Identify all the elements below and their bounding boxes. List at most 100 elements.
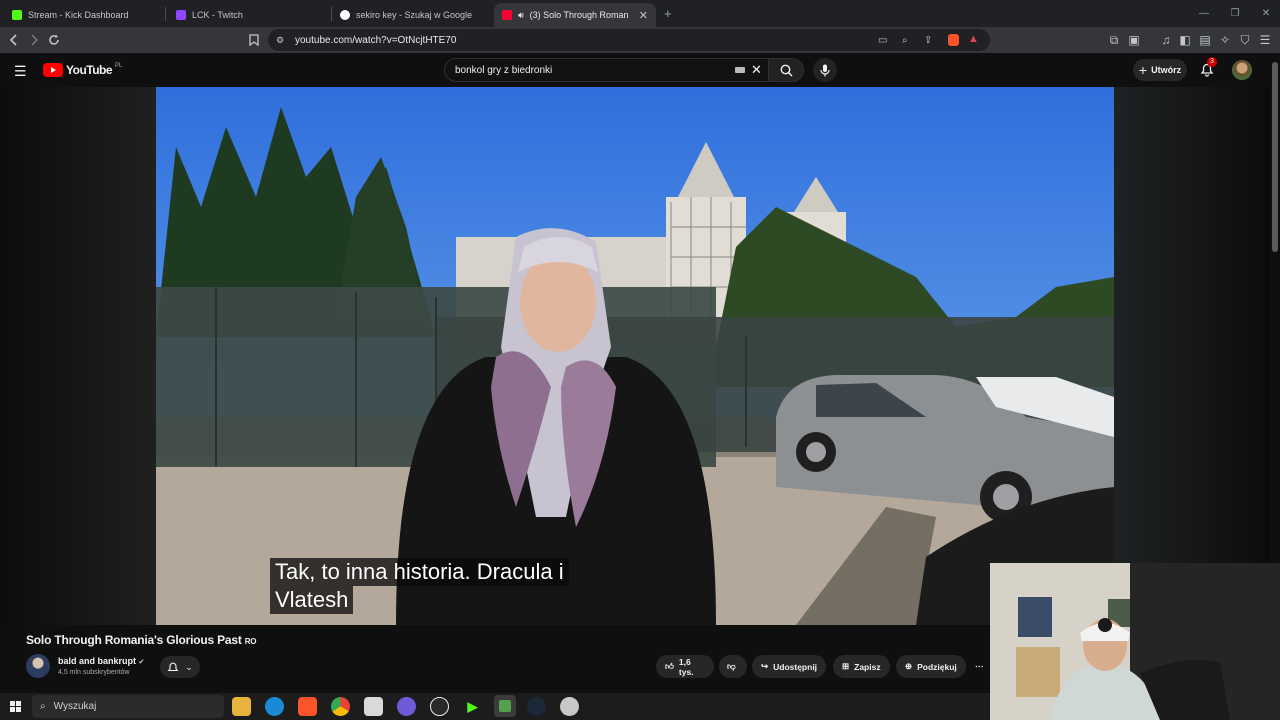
minimize-icon[interactable]: — bbox=[1187, 0, 1221, 27]
thanks-label: Podziękuj bbox=[917, 661, 957, 672]
steam-icon[interactable] bbox=[527, 697, 546, 716]
dislike-button[interactable]: 👎︎ bbox=[719, 655, 747, 678]
reload-icon[interactable] bbox=[44, 30, 64, 50]
brave-browser-icon[interactable] bbox=[298, 697, 317, 716]
wallet-icon[interactable]: ▣ bbox=[1124, 30, 1144, 50]
active-app-icon[interactable] bbox=[494, 695, 516, 717]
browser-toolbar: ⚙︎ youtube.com/watch?v=OtNcjtHTE70 ▭ ⌕ ⇪… bbox=[0, 27, 1280, 53]
address-bar[interactable]: ⚙︎ youtube.com/watch?v=OtNcjtHTE70 ▭ ⌕ ⇪… bbox=[268, 29, 990, 51]
restore-icon[interactable]: ❐ bbox=[1218, 0, 1252, 27]
browser-tab-strip: Stream - Kick Dashboard LCK - Twitch sek… bbox=[0, 0, 1280, 27]
sidebar-icon[interactable]: ◧ bbox=[1175, 30, 1195, 50]
extensions-icon[interactable]: ⧉ bbox=[1104, 30, 1124, 50]
channel-name[interactable]: bald and bankrupt ✔︎ bbox=[58, 656, 144, 666]
search-icon: ⌕ bbox=[40, 701, 46, 712]
subscription-bell-button[interactable]: ⌄ bbox=[160, 656, 200, 678]
youtube-play-icon bbox=[43, 63, 63, 77]
twitch-favicon-icon bbox=[176, 10, 186, 20]
back-icon[interactable] bbox=[4, 30, 24, 50]
vpn-shield-icon[interactable]: ⛉ bbox=[1235, 30, 1255, 50]
windows-start-icon[interactable] bbox=[10, 701, 21, 712]
logo-text: YouTube bbox=[66, 63, 113, 77]
keyboard-icon[interactable] bbox=[735, 67, 745, 73]
voice-search-button[interactable] bbox=[813, 58, 837, 82]
share-label: Udostępnij bbox=[773, 661, 818, 672]
save-button[interactable]: ⊞ Zapisz bbox=[833, 655, 890, 678]
video-title-text: Solo Through Romania's Glorious Past bbox=[26, 633, 242, 647]
site-info-icon[interactable]: ⚙︎ bbox=[276, 35, 284, 46]
create-label: Utwórz bbox=[1151, 65, 1182, 75]
forward-icon[interactable] bbox=[24, 30, 44, 50]
app-icon-3[interactable] bbox=[560, 697, 579, 716]
thanks-icon: ⊕ bbox=[905, 661, 913, 671]
tab-youtube-active[interactable]: 🔊︎ (3) Solo Through Romania's G ✕ bbox=[494, 3, 656, 27]
thumbs-down-icon: 👎︎ bbox=[727, 661, 736, 671]
create-button[interactable]: + Utwórz bbox=[1133, 59, 1187, 81]
tab-title: (3) Solo Through Romania's G bbox=[529, 10, 628, 20]
subtitle-line-2: Vlatesh bbox=[270, 586, 354, 614]
video-subtitles: Tak, to inna historia. Dracula i Vlatesh bbox=[270, 558, 600, 614]
bell-icon bbox=[167, 662, 179, 671]
hamburger-menu-icon[interactable]: ☰ bbox=[14, 63, 27, 80]
edge-browser-icon[interactable] bbox=[265, 697, 284, 716]
speaker-icon[interactable]: 🔊︎ bbox=[518, 10, 524, 21]
new-tab-plus-icon[interactable]: + bbox=[664, 6, 672, 21]
save-label: Zapisz bbox=[854, 661, 881, 672]
notifications-button[interactable]: 3 bbox=[1200, 57, 1217, 82]
leo-ai-icon[interactable]: ✧ bbox=[1215, 30, 1235, 50]
tab-title: LCK - Twitch bbox=[192, 10, 243, 20]
search-button[interactable] bbox=[768, 58, 804, 82]
plus-icon: + bbox=[1138, 62, 1148, 78]
file-explorer-icon[interactable] bbox=[232, 697, 251, 716]
microphone-icon bbox=[820, 64, 830, 76]
country-badge: RO bbox=[244, 637, 257, 646]
obs-studio-icon[interactable] bbox=[397, 697, 416, 716]
like-button[interactable]: 👍︎ 1,6 tys. bbox=[656, 655, 714, 678]
video-player[interactable] bbox=[156, 87, 1114, 625]
bookmark-icon[interactable] bbox=[244, 30, 264, 50]
tab-kick-dashboard[interactable]: Stream - Kick Dashboard bbox=[4, 3, 164, 27]
app-icon-2[interactable] bbox=[430, 697, 449, 716]
verified-check-icon: ✔︎ bbox=[138, 659, 145, 666]
tab-twitch[interactable]: LCK - Twitch bbox=[168, 3, 328, 27]
menu-icon[interactable]: ☰ bbox=[1255, 30, 1275, 50]
windows-taskbar: ⌕ Wyszukaj ▶ bbox=[0, 693, 990, 720]
tab-google-search[interactable]: sekiro key - Szukaj w Google bbox=[332, 3, 492, 27]
search-icon bbox=[780, 64, 793, 77]
channel-avatar[interactable] bbox=[26, 654, 50, 678]
scrollbar-thumb[interactable] bbox=[1272, 62, 1278, 252]
clear-search-icon[interactable]: ✕ bbox=[751, 62, 762, 78]
youtube-header: ☰ YouTube PL bonkol gry z biedronki ✕ + … bbox=[0, 53, 1280, 87]
thumbs-up-icon: 👍︎ bbox=[665, 661, 674, 671]
subtitle-line-1: Tak, to inna historia. Dracula i bbox=[270, 558, 569, 586]
close-tab-icon[interactable]: ✕ bbox=[639, 9, 648, 22]
tab-title: sekiro key - Szukaj w Google bbox=[356, 10, 473, 20]
app-icon[interactable] bbox=[364, 697, 383, 716]
taskbar-search-placeholder: Wyszukaj bbox=[53, 701, 97, 712]
close-window-icon[interactable]: ✕ bbox=[1249, 0, 1280, 27]
brave-rewards-icon[interactable]: ▲ bbox=[968, 33, 979, 45]
youtube-logo[interactable]: YouTube PL bbox=[43, 63, 122, 77]
ambient-left bbox=[0, 87, 156, 625]
search-query-text: bonkol gry z biedronki bbox=[455, 64, 553, 76]
ambient-right bbox=[1114, 87, 1270, 625]
wallet-card-icon[interactable]: ▤ bbox=[1195, 30, 1215, 50]
tab-title: Stream - Kick Dashboard bbox=[28, 10, 129, 20]
taskbar-search[interactable]: ⌕ Wyszukaj bbox=[32, 695, 224, 718]
subscriber-count: 4,5 mln subskrybentów bbox=[58, 669, 130, 676]
kick-app-icon[interactable]: ▶ bbox=[463, 697, 482, 716]
brave-shields-icon[interactable] bbox=[948, 34, 959, 46]
share-icon[interactable]: ⇪ bbox=[924, 35, 932, 46]
account-avatar[interactable] bbox=[1232, 60, 1252, 80]
video-frame bbox=[156, 87, 1114, 625]
chrome-browser-icon[interactable] bbox=[331, 697, 350, 716]
notification-count-badge: 3 bbox=[1207, 57, 1217, 67]
share-arrow-icon: ↪ bbox=[761, 661, 769, 671]
zoom-icon[interactable]: ⌕ bbox=[902, 35, 908, 46]
search-input[interactable]: bonkol gry z biedronki ✕ bbox=[444, 58, 769, 82]
thanks-button[interactable]: ⊕ Podziękuj bbox=[896, 655, 966, 678]
media-icon[interactable]: ♫ bbox=[1156, 30, 1176, 50]
cast-icon[interactable]: ▭ bbox=[878, 35, 887, 46]
youtube-favicon-icon bbox=[502, 10, 512, 20]
share-button[interactable]: ↪ Udostępnij bbox=[752, 655, 827, 678]
